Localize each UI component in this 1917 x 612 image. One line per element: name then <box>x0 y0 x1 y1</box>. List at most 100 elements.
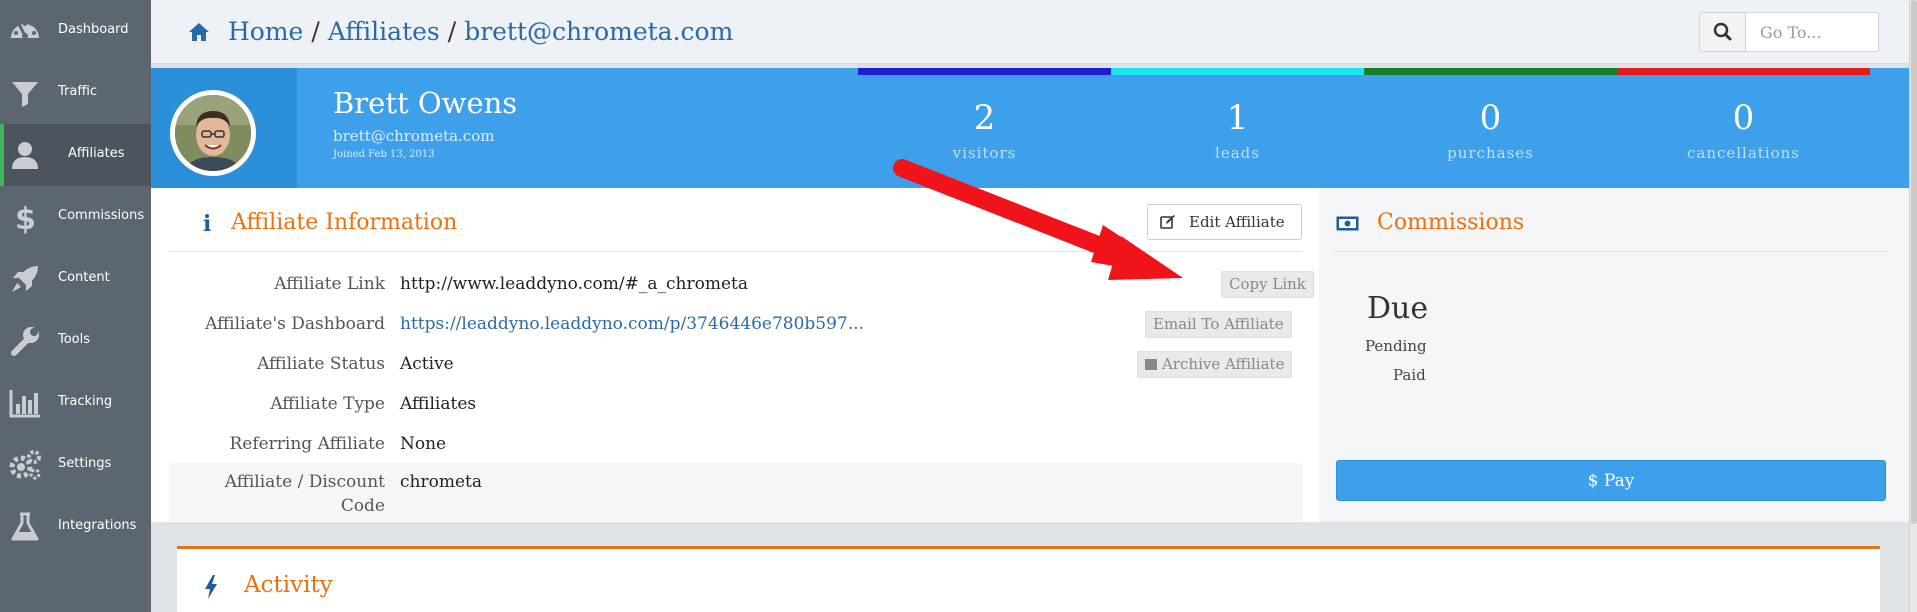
breadcrumb-affiliates[interactable]: Affiliates <box>328 17 440 46</box>
stat-purchases: 0 purchases <box>1364 68 1617 188</box>
scrollbar-thumb[interactable] <box>1911 0 1917 524</box>
home-icon[interactable] <box>188 22 210 42</box>
sidebar-item-tracking[interactable]: Tracking <box>0 372 151 434</box>
info-row-affiliate-link: Affiliate Link http://www.leaddyno.com/#… <box>169 264 1314 304</box>
info-row-status: Affiliate Status Active Archive Affiliat… <box>169 344 1302 384</box>
avatar-photo <box>175 95 251 171</box>
info-row-dashboard: Affiliate's Dashboard https://leaddyno.l… <box>169 304 1302 344</box>
rocket-icon <box>12 266 38 292</box>
sidebar-item-traffic[interactable]: Traffic <box>0 62 151 124</box>
pay-button[interactable]: $ Pay <box>1336 460 1886 501</box>
stat-visitors: 2 visitors <box>858 68 1111 188</box>
sidebar-item-label: Traffic <box>58 84 98 99</box>
sidebar-item-label: Settings <box>58 456 112 471</box>
edit-affiliate-button[interactable]: Edit Affiliate <box>1147 204 1302 240</box>
info-row-type: Affiliate Type Affiliates <box>169 384 1302 424</box>
sidebar-item-tools[interactable]: Tools <box>0 310 151 372</box>
type-value: Affiliates <box>400 394 477 414</box>
sidebar-item-label: Affiliates <box>68 146 125 161</box>
stat-value: 0 <box>1732 98 1755 138</box>
affiliate-email: brett@chrometa.com <box>333 127 495 145</box>
info-row-discount-code: Affiliate / Discount Code chrometa <box>169 463 1302 521</box>
stat-color-bar <box>1617 68 1870 75</box>
dashboard-link[interactable]: https://leaddyno.leaddyno.com/p/3746446e… <box>400 312 864 336</box>
stat-leads: 1 leads <box>1111 68 1364 188</box>
sidebar: Dashboard Traffic Affiliates $ Commissio… <box>0 0 151 612</box>
pending-label: Pending <box>1365 337 1427 355</box>
svg-text:$: $ <box>15 202 36 234</box>
stat-value: 0 <box>1479 98 1502 138</box>
sidebar-item-label: Dashboard <box>58 22 129 37</box>
affiliate-name: Brett Owens <box>333 86 518 120</box>
joined-date: Joined Feb 13, 2013 <box>333 149 435 160</box>
sidebar-item-integrations[interactable]: Integrations <box>0 496 151 558</box>
search-icon <box>1713 22 1732 41</box>
stat-color-bar <box>1364 68 1617 75</box>
breadcrumb-home[interactable]: Home <box>228 17 303 46</box>
panel-title: Affiliate Information <box>231 210 458 235</box>
row-label: Affiliate Link <box>274 274 385 294</box>
filter-icon <box>12 82 38 107</box>
row-label-line2: Code <box>340 496 385 516</box>
sidebar-item-settings[interactable]: Settings <box>0 434 151 496</box>
affiliate-header: Brett Owens brett@chrometa.com Joined Fe… <box>151 68 1909 188</box>
sidebar-item-label: Content <box>58 270 110 285</box>
row-label-line1: Affiliate / Discount <box>224 472 385 492</box>
bolt-icon <box>205 575 217 599</box>
stat-color-bar <box>1111 68 1364 75</box>
row-label: Affiliate's Dashboard <box>205 314 385 334</box>
affiliate-link-value: http://www.leaddyno.com/#_a_chrometa <box>400 274 748 294</box>
sidebar-item-content[interactable]: Content <box>0 248 151 310</box>
affiliate-info-panel: i Affiliate Information Edit Affiliate A… <box>151 188 1319 522</box>
divider <box>169 251 1302 252</box>
stat-cancellations: 0 cancellations <box>1617 68 1870 188</box>
activity-panel: Activity <box>177 546 1880 612</box>
money-icon <box>1336 216 1359 231</box>
sidebar-item-commissions[interactable]: $ Commissions <box>0 186 151 248</box>
breadcrumb-separator: / <box>447 17 457 46</box>
stat-label: purchases <box>1447 144 1534 162</box>
info-icon: i <box>203 211 212 237</box>
breadcrumb: Home / Affiliates / brett@chrometa.com <box>228 17 733 46</box>
commissions-panel: Commissions Due Pending Paid $ Pay <box>1319 188 1909 522</box>
row-label: Affiliate Status <box>257 354 385 374</box>
wrench-icon <box>11 327 39 356</box>
stat-label: leads <box>1215 144 1260 162</box>
sidebar-item-label: Tracking <box>58 394 113 409</box>
sidebar-item-label: Commissions <box>58 208 145 223</box>
status-value: Active <box>400 354 454 374</box>
stat-color-bar <box>858 68 1111 75</box>
archive-icon <box>1145 359 1157 370</box>
dashboard-icon <box>11 22 39 39</box>
avatar <box>170 90 256 176</box>
stat-label: cancellations <box>1686 144 1801 162</box>
info-row-referring: Referring Affiliate None <box>169 424 1302 464</box>
copy-link-button[interactable]: Copy Link <box>1221 271 1314 298</box>
email-to-affiliate-button[interactable]: Email To Affiliate <box>1145 311 1292 338</box>
edit-affiliate-label: Edit Affiliate <box>1189 213 1285 231</box>
scrollbar[interactable] <box>1909 0 1917 612</box>
panel-title: Activity <box>244 572 333 598</box>
flask-icon <box>11 512 39 541</box>
dollar-icon: $ <box>15 202 36 234</box>
breadcrumb-current[interactable]: brett@chrometa.com <box>464 17 733 46</box>
sidebar-item-label: Tools <box>58 332 91 347</box>
row-label: Referring Affiliate <box>229 434 385 454</box>
breadcrumb-separator: / <box>311 17 320 46</box>
archive-affiliate-button[interactable]: Archive Affiliate <box>1137 351 1293 378</box>
sidebar-item-dashboard[interactable]: Dashboard <box>0 0 151 62</box>
referring-value: None <box>400 434 447 454</box>
discount-code-value: chrometa <box>400 472 482 492</box>
panel-title: Commissions <box>1377 210 1525 235</box>
divider <box>1335 251 1888 252</box>
edit-icon <box>1160 215 1175 229</box>
stat-value: 2 <box>973 98 996 138</box>
due-heading: Due <box>1367 291 1429 326</box>
search-button[interactable] <box>1700 13 1746 51</box>
sidebar-item-label: Integrations <box>58 518 137 533</box>
sidebar-item-affiliates[interactable]: Affiliates <box>0 124 151 186</box>
avatar-panel <box>151 68 297 188</box>
gears-icon <box>9 450 41 480</box>
goto-search <box>1699 12 1879 52</box>
goto-input[interactable] <box>1746 13 1878 51</box>
